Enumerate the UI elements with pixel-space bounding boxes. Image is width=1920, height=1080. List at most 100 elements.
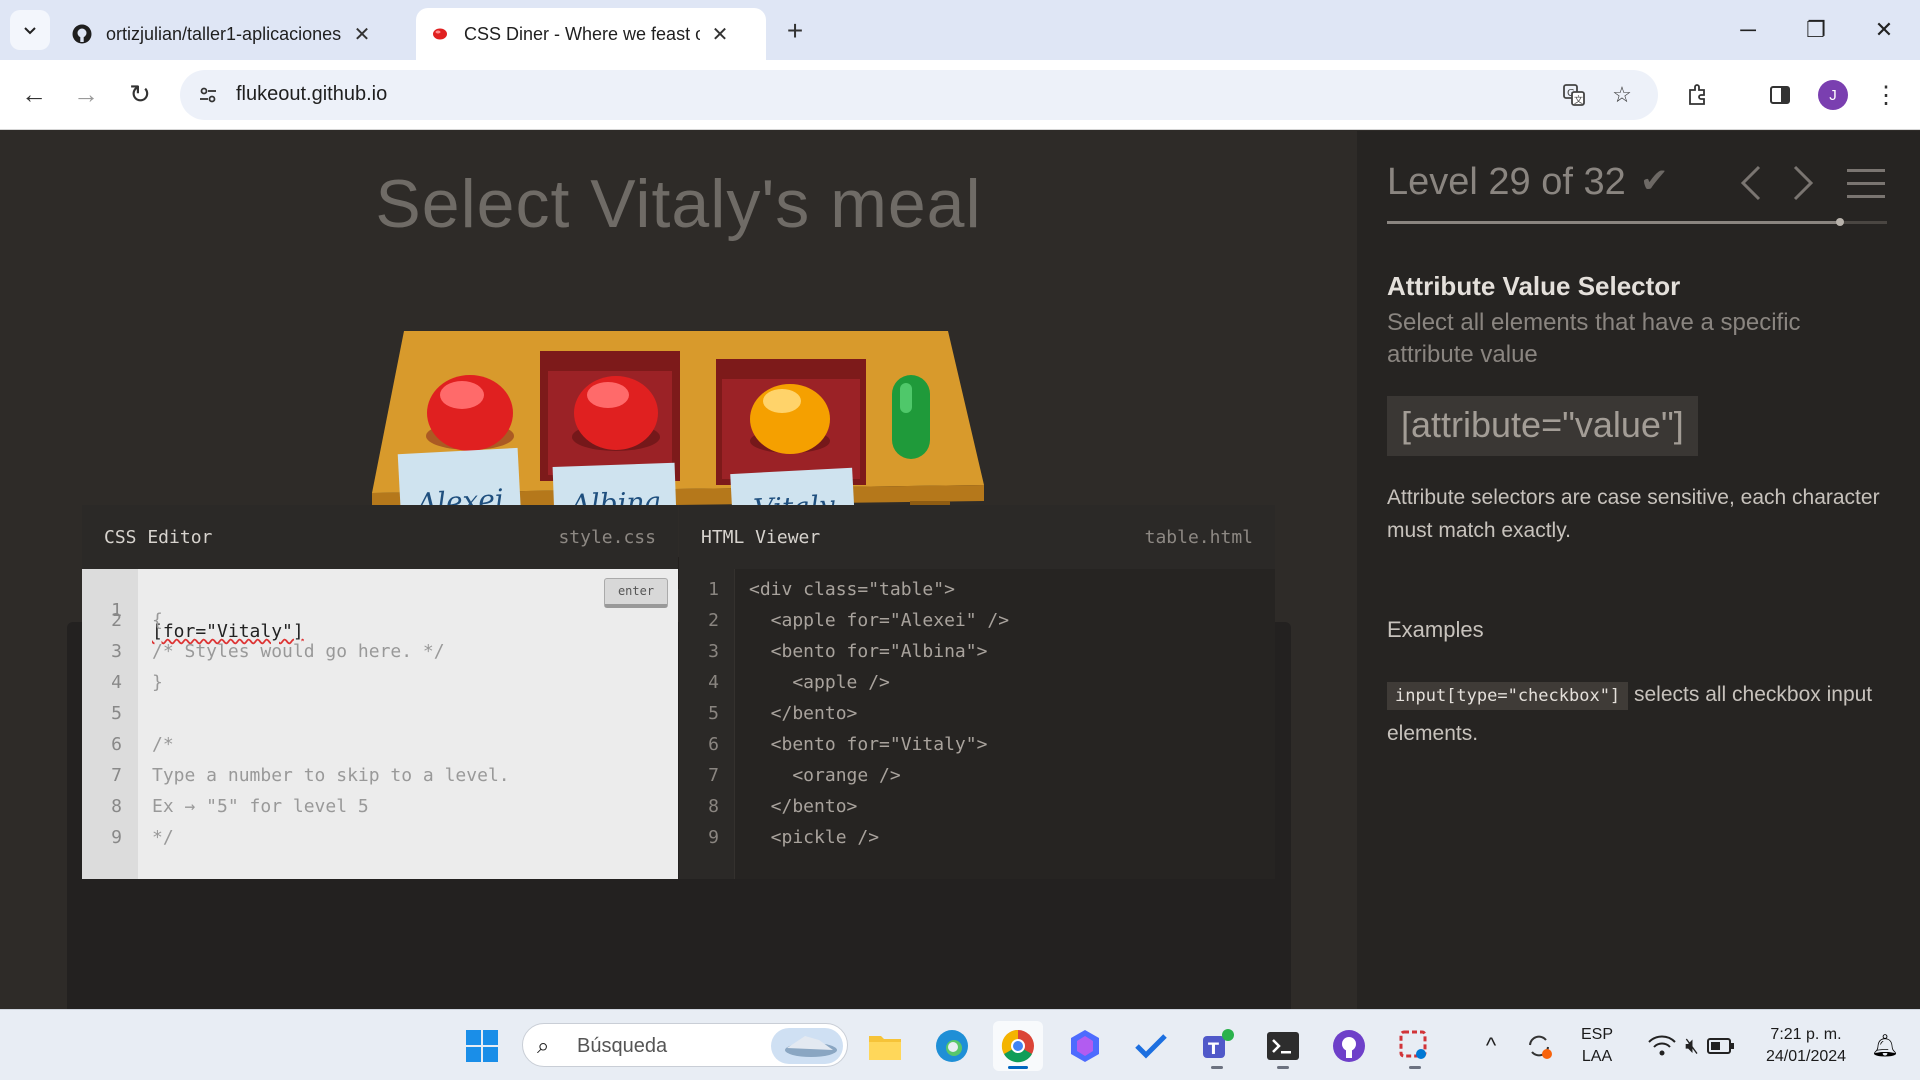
enter-button[interactable]: enter bbox=[604, 578, 668, 608]
progress-marker bbox=[1835, 218, 1844, 226]
html-file-name: table.html bbox=[1144, 527, 1253, 548]
keyboard-layout: LAA bbox=[1581, 1048, 1613, 1065]
close-tab-icon[interactable]: ✕ bbox=[708, 22, 732, 46]
clock-date: 24/01/2024 bbox=[1765, 1048, 1847, 1065]
code-line: 2{ bbox=[111, 610, 163, 631]
windows-taskbar: ⌕ Búsqueda T ^ ESP LAA 🔇︎ 7:21 p. m. 24/… bbox=[0, 1009, 1920, 1080]
selector-hint: Attribute selectors are case sensitive, … bbox=[1387, 486, 1880, 542]
html-viewer-title: HTML Viewer bbox=[701, 527, 821, 548]
progress-fill bbox=[1387, 221, 1840, 224]
code-line: 5 bbox=[111, 703, 122, 724]
terminal-icon bbox=[1267, 1032, 1299, 1060]
close-window-button[interactable]: ✕ bbox=[1856, 8, 1912, 52]
code-line[interactable]: 3 <bento for="Albina"> bbox=[679, 641, 1275, 672]
bookmark-star-icon[interactable]: ☆ bbox=[1608, 81, 1636, 109]
level-menu-icon[interactable] bbox=[1845, 163, 1887, 212]
profile-avatar[interactable]: J bbox=[1818, 80, 1848, 110]
battery-icon bbox=[1706, 1038, 1734, 1054]
restore-button[interactable]: ❐ bbox=[1788, 8, 1844, 52]
system-tray-quick-settings[interactable]: 🔇︎ bbox=[1626, 1021, 1756, 1071]
close-tab-icon[interactable]: ✕ bbox=[350, 22, 374, 46]
language-code: ESP bbox=[1580, 1026, 1613, 1043]
forward-button[interactable]: → bbox=[66, 74, 106, 114]
minimize-button[interactable]: ─ bbox=[1720, 8, 1776, 52]
tab-search-button[interactable] bbox=[10, 10, 50, 50]
tab-github[interactable]: ortizjulian/taller1-aplicaciones ✕ bbox=[58, 8, 410, 60]
running-indicator bbox=[1277, 1066, 1289, 1069]
code-line: 3/* Styles would go here. */ bbox=[111, 641, 445, 662]
selector-syntax: [attribute="value"] bbox=[1387, 396, 1698, 456]
code-line[interactable]: 2 <apple for="Alexei" /> bbox=[679, 610, 1275, 641]
back-button[interactable]: ← bbox=[14, 74, 54, 114]
code-line[interactable]: 4 <apple /> bbox=[679, 672, 1275, 703]
css-editor[interactable]: 1 [for="Vitaly"] 2{ 3/* Styles would go … bbox=[82, 569, 678, 879]
notifications-bell-icon[interactable]: 🔔︎ bbox=[1860, 1021, 1910, 1071]
reload-button[interactable]: ↻ bbox=[120, 74, 160, 114]
copilot-icon bbox=[1071, 1030, 1099, 1062]
sync-icon[interactable] bbox=[1514, 1021, 1564, 1071]
taskbar-copilot[interactable] bbox=[1060, 1021, 1110, 1071]
tab-title: ortizjulian/taller1-aplicaciones bbox=[106, 23, 342, 44]
code-line[interactable]: 8 </bento> bbox=[679, 796, 1275, 827]
edge-icon bbox=[936, 1030, 968, 1062]
code-line[interactable]: 5 </bento> bbox=[679, 703, 1275, 734]
taskbar-teams[interactable]: T bbox=[1192, 1021, 1242, 1071]
order-title: Select Vitaly's meal bbox=[375, 166, 982, 242]
taskbar-file-explorer[interactable] bbox=[860, 1021, 910, 1071]
clock[interactable]: 7:21 p. m. 24/01/2024 bbox=[1756, 1024, 1856, 1068]
next-level-icon[interactable] bbox=[1791, 163, 1815, 212]
previous-level-icon[interactable] bbox=[1739, 163, 1763, 212]
svg-text:T: T bbox=[1208, 1039, 1219, 1058]
css-file-name: style.css bbox=[558, 527, 656, 548]
tab-strip: ortizjulian/taller1-aplicaciones ✕ CSS D… bbox=[0, 0, 1920, 60]
running-indicator bbox=[1008, 1066, 1028, 1069]
code-line: 8 Ex → "5" for level 5 bbox=[111, 796, 369, 817]
teams-icon: T bbox=[1203, 1029, 1234, 1058]
html-viewer: 1 <div class="table"> 2 <apple for="Alexe… bbox=[679, 569, 1275, 879]
taskbar-terminal[interactable] bbox=[1258, 1021, 1308, 1071]
code-line[interactable]: 9 <pickle /> bbox=[679, 827, 1275, 858]
translate-icon[interactable]: G文 bbox=[1560, 81, 1588, 109]
tab-css-diner[interactable]: CSS Diner - Where we feast on CSS ✕ bbox=[416, 8, 766, 60]
code-line[interactable]: 7 <orange /> bbox=[679, 765, 1275, 796]
side-panel-icon[interactable] bbox=[1760, 75, 1800, 115]
new-tab-button[interactable]: + bbox=[778, 14, 812, 48]
start-button[interactable] bbox=[457, 1021, 507, 1071]
input-language[interactable]: ESP LAA bbox=[1572, 1024, 1622, 1068]
example: input[type="checkbox"] selects all check… bbox=[1387, 676, 1897, 753]
url-text[interactable]: flukeout.github.io bbox=[236, 83, 387, 106]
checkmark-icon: ✔ bbox=[1640, 162, 1669, 200]
code-line[interactable]: 6 <bento for="Vitaly"> bbox=[679, 734, 1275, 765]
taskbar-edge[interactable] bbox=[927, 1021, 977, 1071]
address-bar[interactable]: flukeout.github.io G文 ☆ bbox=[180, 70, 1658, 120]
svg-text:文: 文 bbox=[1574, 94, 1583, 106]
level-sidebar: Level 29 of 32 ✔ Attribute Value Selecto… bbox=[1357, 131, 1920, 1009]
code-line: 7 Type a number to skip to a level. bbox=[111, 765, 510, 786]
show-hidden-icons-button[interactable]: ^ bbox=[1466, 1021, 1516, 1071]
pickle[interactable] bbox=[892, 375, 930, 459]
taskbar-todo[interactable] bbox=[1126, 1021, 1176, 1071]
selector-name: Attribute Value Selector bbox=[1387, 271, 1681, 301]
taskbar-snipping-tool[interactable] bbox=[1390, 1021, 1440, 1071]
chrome-icon bbox=[1001, 1029, 1034, 1063]
code-line[interactable]: 1 <div class="table"> bbox=[679, 579, 1275, 610]
code-line[interactable]: 1 [for="Vitaly"] bbox=[82, 579, 678, 642]
snipping-tool-icon bbox=[1399, 1030, 1427, 1059]
code-line: 4} bbox=[111, 672, 163, 693]
taskbar-github-desktop[interactable] bbox=[1324, 1021, 1374, 1071]
example-code: input[type="checkbox"] bbox=[1387, 682, 1629, 710]
code-line: 9 */ bbox=[111, 827, 174, 848]
extensions-icon[interactable] bbox=[1678, 75, 1718, 115]
tab-title: CSS Diner - Where we feast on CSS bbox=[464, 23, 700, 44]
menu-kebab-icon[interactable]: ⋮ bbox=[1866, 75, 1906, 115]
search-highlight-icon bbox=[771, 1028, 843, 1064]
wifi-icon bbox=[1648, 1035, 1676, 1056]
search-placeholder: Búsqueda bbox=[577, 1035, 668, 1057]
taskbar-search[interactable]: ⌕ Búsqueda bbox=[522, 1023, 848, 1067]
level-progress-bar bbox=[1387, 218, 1887, 226]
running-indicator bbox=[1409, 1066, 1421, 1069]
taskbar-chrome[interactable] bbox=[993, 1021, 1043, 1071]
site-info-icon[interactable] bbox=[194, 81, 222, 109]
running-indicator bbox=[1211, 1066, 1223, 1069]
selector-title: Select all elements that have a specific… bbox=[1387, 309, 1801, 368]
